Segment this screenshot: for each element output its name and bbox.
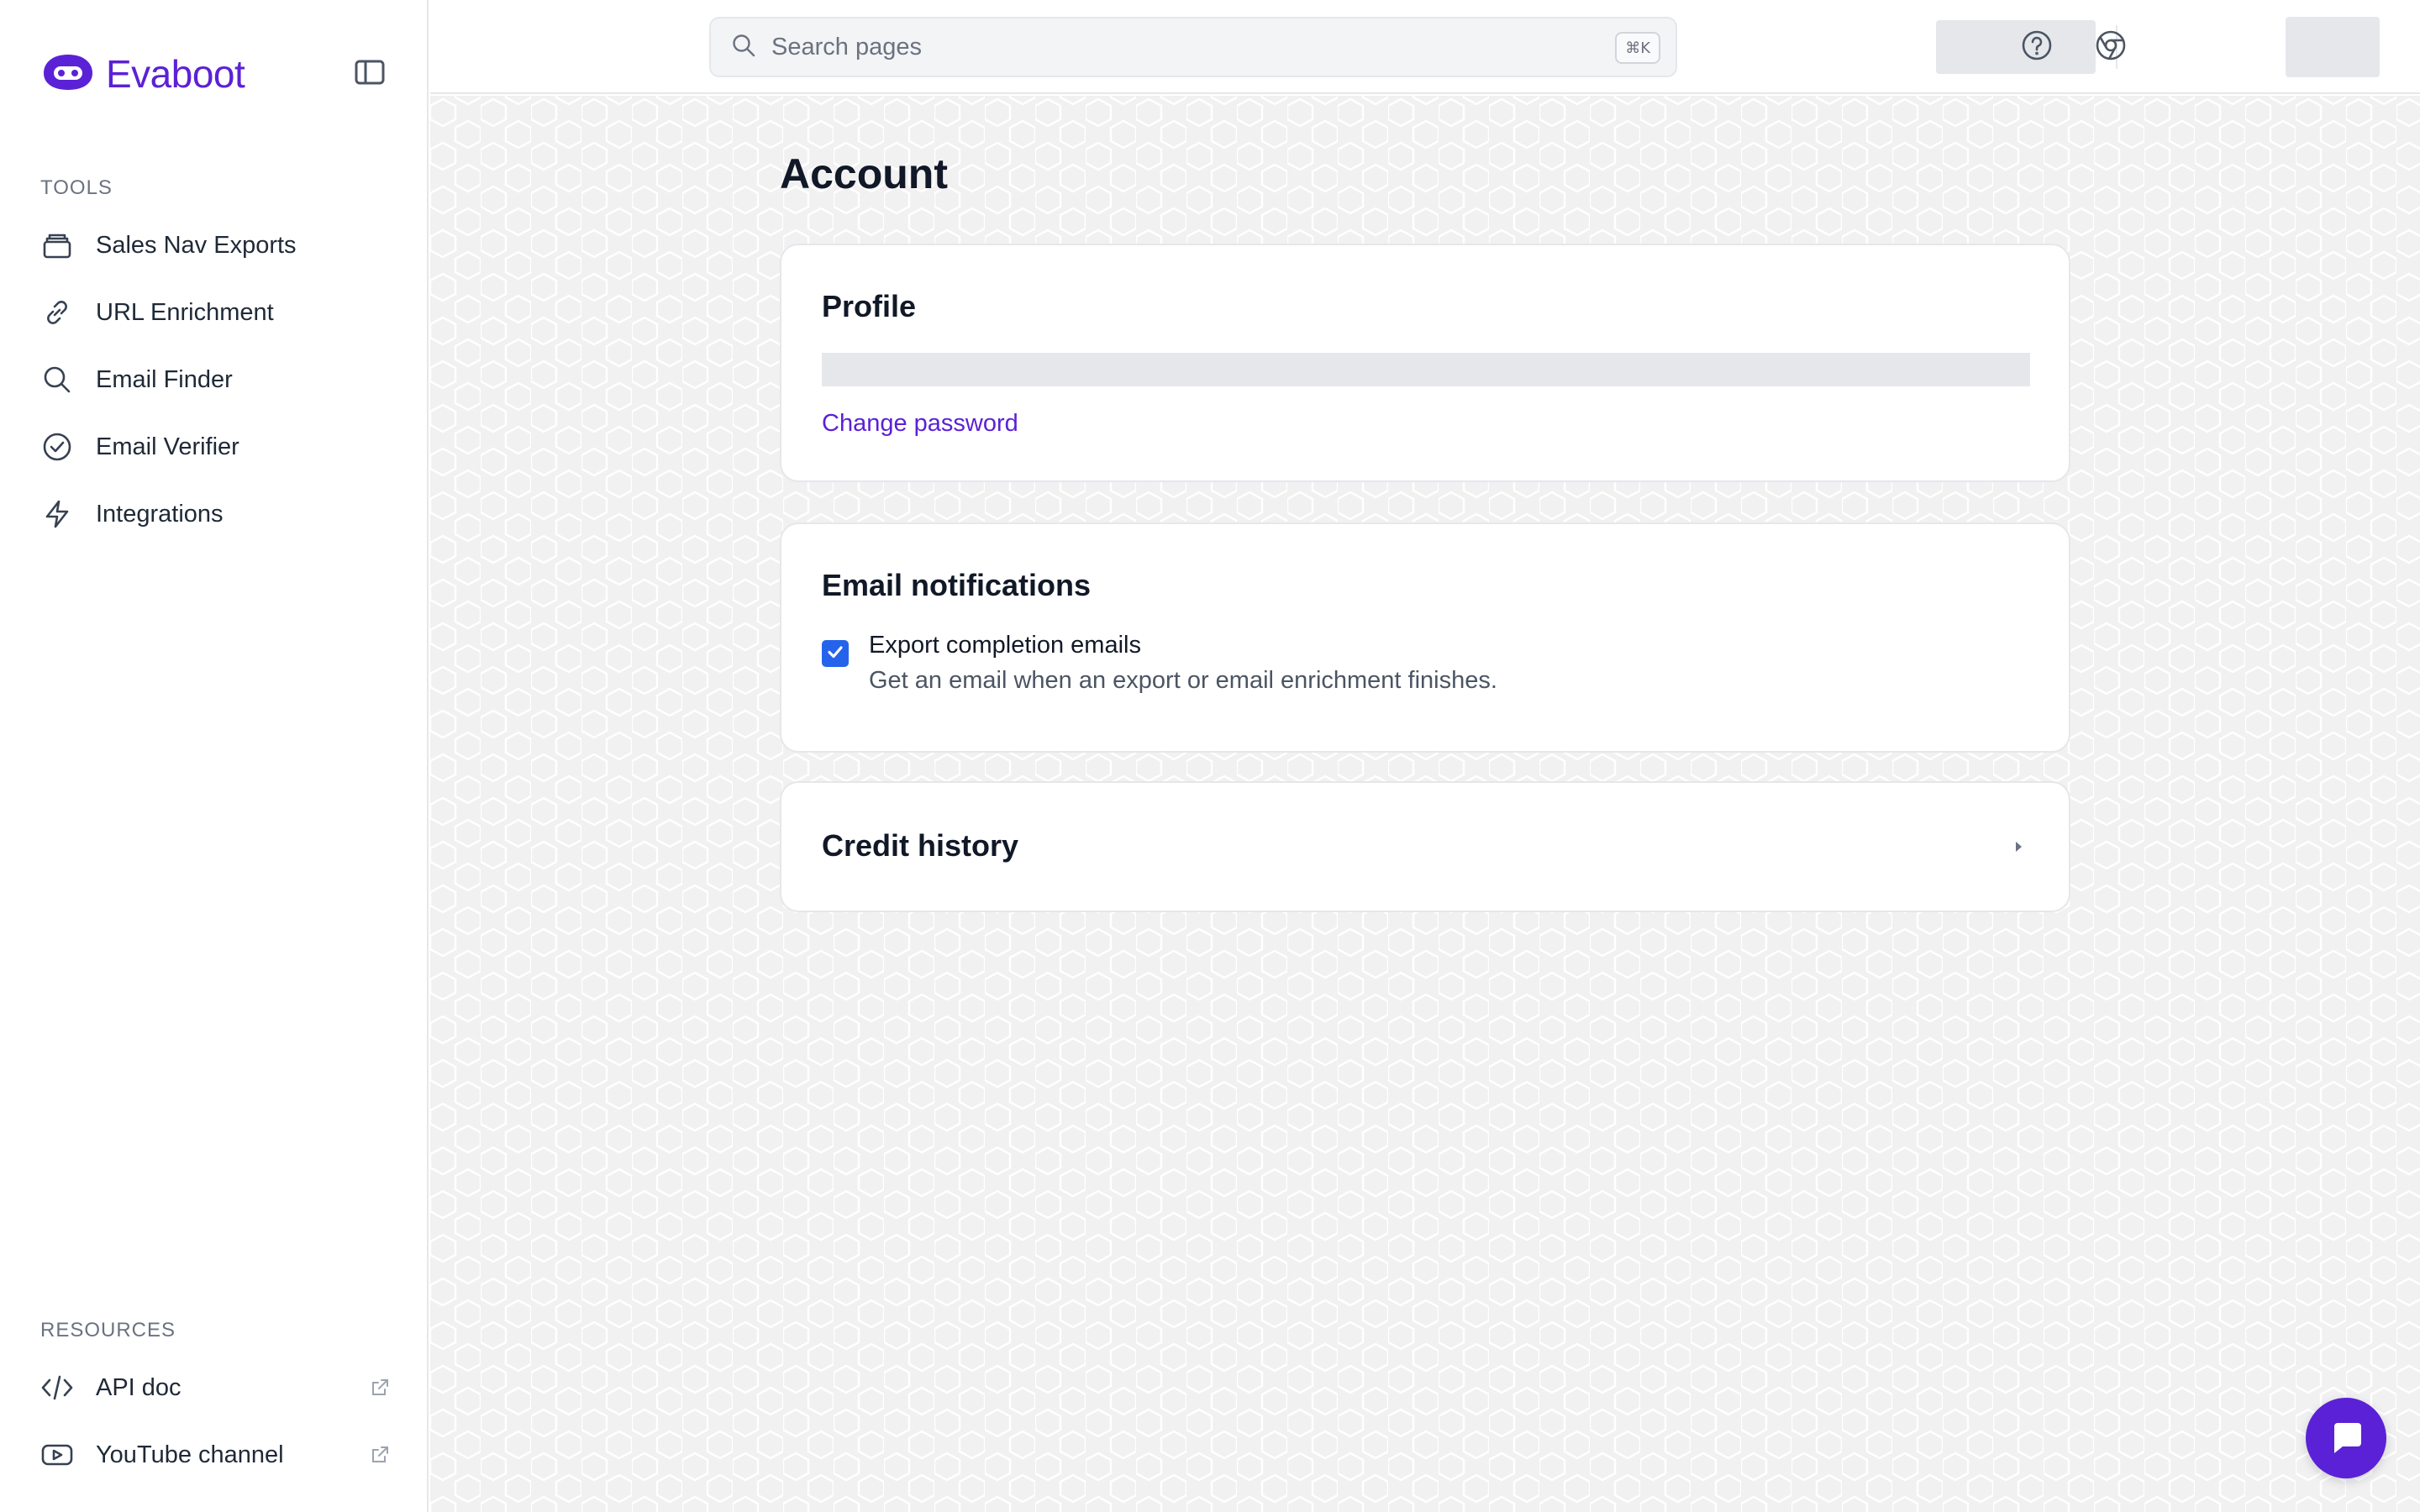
external-link-icon [368,1443,392,1467]
sidebar-item-label: URL Enrichment [96,298,274,326]
evaboot-logo-icon [40,51,96,97]
email-notifications-title: Email notifications [822,568,1092,602]
sidebar-item-email-finder[interactable]: Email Finder [24,346,405,413]
sidebar-panel-icon [355,59,385,90]
chrome-icon [2095,29,2127,66]
layers-icon [40,228,74,262]
link-icon [40,296,74,329]
chat-icon [2328,1418,2365,1459]
sidebar-item-url-enrichment[interactable]: URL Enrichment [24,279,405,346]
search-icon [731,33,756,62]
topbar: ⌘K [430,0,2420,94]
checkmark-icon [825,642,845,666]
email-notifications-card: Email notifications Export completion em… [780,522,2070,753]
help-button[interactable] [2017,27,2057,67]
sidebar-item-label: API doc [96,1373,182,1401]
sidebar-item-email-verifier[interactable]: Email Verifier [24,413,405,480]
search-bar[interactable]: ⌘K [709,17,1677,77]
sidebar-item-api-doc[interactable]: API doc [24,1354,405,1421]
tools-nav: Sales Nav Exports URL Enrichment Email F… [24,212,405,548]
sidebar-item-label: Integrations [96,500,224,528]
search-icon [40,363,74,396]
sidebar-item-label: Email Finder [96,365,233,393]
resources-section-label: RESOURCES [40,1319,176,1341]
brand-name: Evaboot [106,52,245,96]
credit-history-title: Credit history [822,828,1019,863]
sidebar-item-label: YouTube channel [96,1441,284,1468]
brand-logo[interactable]: Evaboot [40,47,245,101]
chat-support-button[interactable] [2306,1398,2386,1478]
export-emails-description: Get an email when an export or email enr… [869,667,1497,694]
chrome-extension-button[interactable] [2091,27,2131,67]
check-circle-icon [40,430,74,464]
bolt-icon [40,497,74,531]
main-content: Account Profile Change password Email no… [430,96,2420,1512]
export-emails-label[interactable]: Export completion emails [869,632,1141,659]
search-input[interactable] [771,33,1528,61]
profile-title: Profile [822,289,917,323]
youtube-icon [40,1438,74,1472]
help-circle-icon [2021,29,2053,66]
credit-history-card[interactable]: Credit history [780,781,2070,912]
sidebar-toggle-button[interactable] [353,57,387,91]
code-icon [40,1371,74,1404]
resources-nav: API doc YouTube channel [24,1354,405,1488]
app-root: Evaboot TOOLS Sales Nav Exports URL Enri… [0,0,2420,1512]
profile-info-placeholder [822,353,2030,386]
tools-section-label: TOOLS [40,176,113,199]
chevron-right-icon [2008,837,2028,857]
sidebar-item-label: Email Verifier [96,433,239,460]
change-password-link[interactable]: Change password [822,410,1018,438]
sidebar-item-integrations[interactable]: Integrations [24,480,405,548]
top-action-placeholder[interactable] [1936,20,2096,74]
export-emails-checkbox[interactable] [822,640,849,667]
sidebar-item-sales-nav-exports[interactable]: Sales Nav Exports [24,212,405,279]
keyboard-shortcut-badge: ⌘K [1615,32,1660,64]
sidebar-item-youtube-channel[interactable]: YouTube channel [24,1421,405,1488]
profile-card: Profile Change password [780,244,2070,482]
sidebar: Evaboot TOOLS Sales Nav Exports URL Enri… [0,0,429,1512]
avatar[interactable] [2286,17,2380,77]
page-title: Account [780,150,948,197]
external-link-icon [368,1376,392,1399]
sidebar-item-label: Sales Nav Exports [96,231,297,259]
